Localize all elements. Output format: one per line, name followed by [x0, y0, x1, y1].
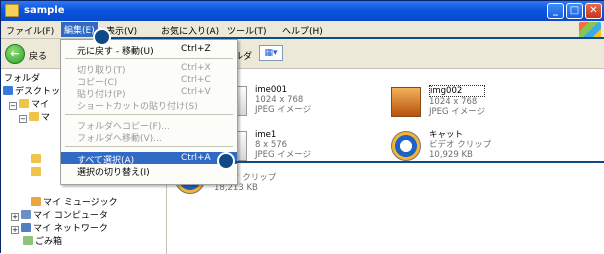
menu-item-select-all[interactable]: すべて選択(A) Ctrl+A — [61, 152, 237, 166]
tree-item-subfolder[interactable]: − マ — [19, 110, 50, 123]
my-music-icon — [31, 197, 41, 206]
tree-item-recycle-bin[interactable]: ごみ箱 — [23, 234, 62, 247]
menu-item-paste[interactable]: 貼り付け(P) Ctrl+V — [61, 86, 237, 100]
desktop-icon — [3, 86, 13, 95]
menu-help[interactable]: ヘルプ(H) — [282, 24, 323, 37]
minimize-button[interactable]: _ — [547, 3, 564, 19]
file-item-cat-video[interactable]: キャット ビデオ クリップ 10,929 KB — [429, 130, 491, 160]
folder-icon — [5, 4, 19, 17]
back-button-label[interactable]: 戻る — [29, 49, 47, 62]
tree-item-my-music[interactable]: マイ ミュージック — [31, 195, 118, 208]
callout-marker — [93, 28, 111, 46]
network-icon — [21, 223, 31, 232]
menu-file[interactable]: ファイル(F) — [6, 24, 54, 37]
menu-tools[interactable]: ツール(T) — [227, 24, 267, 37]
video-file-icon[interactable] — [391, 131, 421, 161]
window-title: sample — [24, 5, 65, 16]
recycle-bin-icon — [23, 236, 33, 245]
file-item-ime1[interactable]: ime1 8 x 576 JPEG イメージ — [255, 130, 311, 160]
callout-line — [226, 161, 604, 163]
explorer-window: sample _ □ ✕ ファイル(F) 編集(E) 表示(V) お気に入り(A… — [0, 0, 604, 254]
menu-item-invert-selection[interactable]: 選択の切り替え(I) — [61, 164, 237, 178]
collapse-icon[interactable]: − — [9, 102, 17, 110]
image-file-icon[interactable] — [391, 87, 421, 117]
menu-separator — [65, 58, 233, 59]
menu-favorites[interactable]: お気に入り(A) — [161, 24, 219, 37]
file-item-ime001[interactable]: ime001 1024 x 768 JPEG イメージ — [255, 85, 311, 115]
tree-item-my-computer[interactable]: + マイ コンピュータ — [11, 208, 108, 221]
folder-icon — [29, 112, 39, 121]
menu-separator — [65, 146, 233, 147]
file-item-img002[interactable]: img002 1024 x 768 JPEG イメージ — [429, 85, 486, 117]
menu-item-cut[interactable]: 切り取り(T) Ctrl+X — [61, 62, 237, 76]
tree-item-folder-b[interactable] — [31, 167, 43, 179]
tree-item-network[interactable]: + マイ ネットワーク — [11, 221, 108, 234]
menu-item-undo[interactable]: 元に戻す - 移動(U) Ctrl+Z — [61, 43, 237, 57]
menu-item-move-to-folder[interactable]: フォルダへ移動(V)... — [61, 130, 237, 144]
title-bar[interactable]: sample _ □ ✕ — [1, 1, 604, 21]
expand-icon[interactable]: + — [11, 213, 19, 221]
callout-line — [93, 37, 604, 39]
menu-separator — [65, 114, 233, 115]
collapse-icon[interactable]: − — [19, 115, 27, 123]
callout-marker — [217, 152, 235, 170]
tree-item-my-documents[interactable]: − マイ — [9, 97, 49, 110]
my-computer-icon — [21, 210, 31, 219]
my-documents-icon — [19, 99, 29, 108]
views-menu-button[interactable]: ▦▾ — [259, 45, 283, 61]
close-button[interactable]: ✕ — [585, 3, 602, 19]
pane-header: フォルダ — [4, 74, 41, 84]
tree-item-folder-a[interactable] — [31, 154, 43, 166]
menu-item-paste-shortcut[interactable]: ショートカットの貼り付け(S) — [61, 98, 237, 112]
windows-logo-icon — [579, 22, 601, 38]
edit-menu-dropdown: 元に戻す - 移動(U) Ctrl+Z 切り取り(T) Ctrl+X コピー(C) C… — [60, 39, 238, 185]
maximize-button[interactable]: □ — [566, 3, 583, 19]
folder-icon — [31, 167, 41, 176]
back-arrow-icon[interactable]: ← — [5, 44, 25, 64]
menu-item-copy[interactable]: コピー(C) Ctrl+C — [61, 74, 237, 88]
folder-icon — [31, 154, 41, 163]
menu-item-copy-to-folder[interactable]: フォルダへコピー(F)... — [61, 118, 237, 132]
expand-icon[interactable]: + — [11, 226, 19, 234]
